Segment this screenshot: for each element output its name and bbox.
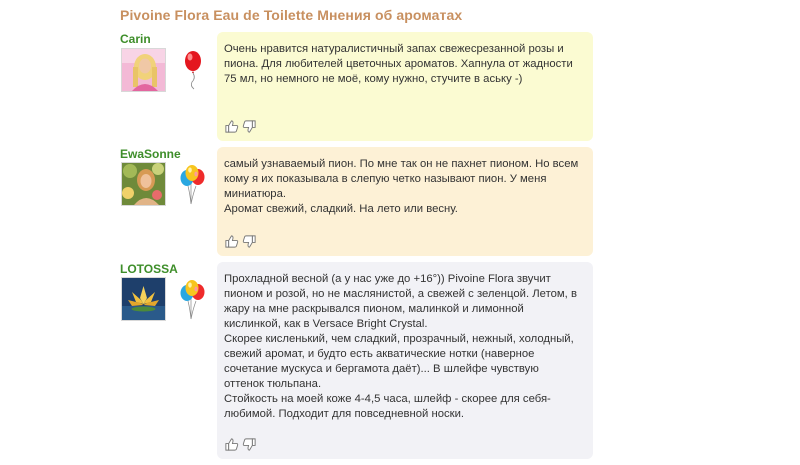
review-text: Стойкость на моей коже 4-4,5 часа, шлейф…: [224, 393, 551, 420]
single-red-balloon-icon: [183, 50, 205, 95]
avatar[interactable]: [121, 48, 166, 92]
vote-buttons: [224, 234, 257, 249]
review-text: самый узнаваемый пион. По мне так он не …: [224, 158, 579, 200]
username[interactable]: Carin: [120, 32, 151, 46]
vote-buttons: [224, 119, 257, 134]
thumbs-down-icon[interactable]: [242, 119, 257, 134]
balloon-bunch-icon: [178, 164, 206, 211]
balloon-bunch-icon: [178, 279, 206, 326]
thumbs-up-icon[interactable]: [224, 119, 239, 134]
review-text: Скорее кисленький, чем сладкий, прозрачн…: [224, 333, 574, 390]
review-text: Прохладной весной (а у нас уже до +16°))…: [224, 273, 577, 330]
username[interactable]: LOTOSSA: [120, 262, 178, 276]
review-text: Аромат свежий, сладкий. На лето или весн…: [224, 203, 458, 215]
thumbs-up-icon[interactable]: [224, 437, 239, 452]
review-card: самый узнаваемый пион. По мне так он не …: [217, 147, 593, 256]
vote-buttons: [224, 437, 257, 452]
review-card: Прохладной весной (а у нас уже до +16°))…: [217, 262, 593, 459]
thumbs-down-icon[interactable]: [242, 437, 257, 452]
review-card: Очень нравится натуралистичный запах све…: [217, 32, 593, 141]
thumbs-up-icon[interactable]: [224, 234, 239, 249]
review-text: Очень нравится натуралистичный запах све…: [224, 43, 573, 85]
avatar[interactable]: [121, 162, 166, 206]
thumbs-down-icon[interactable]: [242, 234, 257, 249]
username[interactable]: EwaSonne: [120, 147, 181, 161]
avatar[interactable]: [121, 277, 166, 321]
page-title: Pivoine Flora Eau de Toilette Мнения об …: [120, 7, 463, 23]
